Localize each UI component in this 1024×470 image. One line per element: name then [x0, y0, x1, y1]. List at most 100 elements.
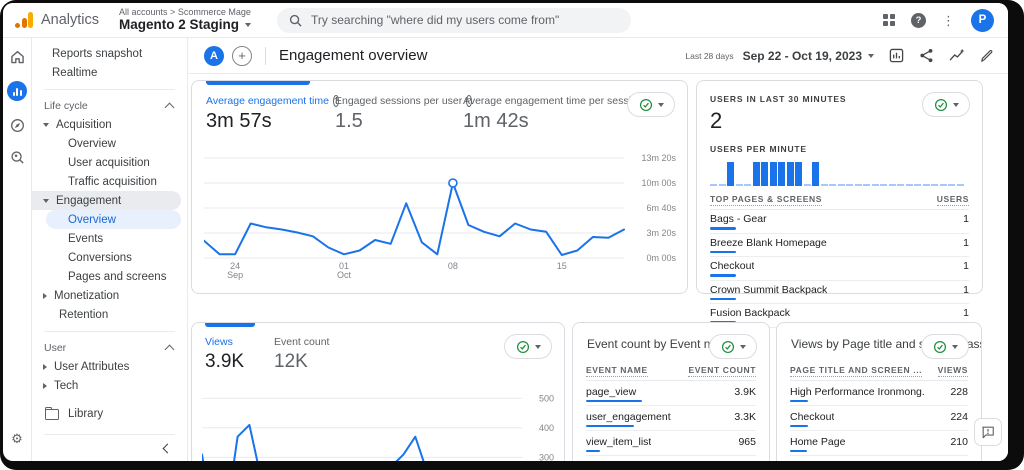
column-header[interactable]: EVENT NAME	[586, 365, 648, 377]
metric-tab-avg-engagement-time-per-session[interactable]: Average engagement time per session 1m 4…	[463, 95, 643, 133]
views-count: 224	[950, 410, 968, 423]
chevron-up-icon	[164, 344, 175, 355]
property-name: Magento 2 Staging	[119, 16, 240, 32]
minute-dash	[846, 184, 853, 186]
sidebar-item-user-acquisition[interactable]: User acquisition	[32, 153, 187, 172]
sidebar-item-library[interactable]: Library	[32, 401, 187, 427]
share-icon[interactable]	[919, 48, 934, 63]
table-row[interactable]: Breeze Blank Homepage 1	[710, 234, 969, 257]
row-bar	[710, 250, 736, 253]
row-bar	[586, 449, 600, 452]
users-count: 1	[963, 283, 969, 296]
feedback-bubble-icon	[982, 426, 994, 439]
sidebar-item-events[interactable]: Events	[32, 229, 187, 248]
sidebar-item-reports-snapshot[interactable]: Reports snapshot	[32, 44, 187, 63]
views-chart-card: Views 3.9K Event count 12K 200300400500	[191, 322, 565, 461]
sidebar-item-engagement[interactable]: Engagement	[32, 191, 181, 210]
more-menu-icon[interactable]: ⋮	[942, 14, 955, 27]
sidebar-item-pages-and-screens[interactable]: Pages and screens	[32, 267, 187, 286]
collapse-sidebar-button[interactable]	[32, 435, 187, 461]
edit-icon[interactable]	[980, 49, 994, 63]
divider	[44, 89, 175, 90]
metric-selector-dropdown[interactable]	[627, 92, 675, 117]
sidebar-item-conversions[interactable]: Conversions	[32, 248, 187, 267]
report-header: A + Engagement overview Last 28 days Sep…	[188, 38, 1008, 74]
report-avatar[interactable]: A	[204, 45, 224, 66]
explore-icon[interactable]	[10, 118, 25, 133]
user-avatar[interactable]: P	[971, 8, 994, 32]
apps-grid-icon[interactable]	[883, 14, 895, 26]
check-circle-icon	[639, 98, 652, 111]
events-table-card: Event count by Event name EVENT NAME EVE…	[572, 322, 770, 461]
sidebar-item-traffic-acquisition[interactable]: Traffic acquisition	[32, 172, 187, 191]
add-comparison-button[interactable]: +	[232, 45, 252, 66]
svg-text:Sep: Sep	[227, 270, 243, 280]
metric-tab-engaged-sessions-per-user[interactable]: Engaged sessions per user? 1.5	[335, 95, 473, 133]
table-row[interactable]: Checkout 224	[790, 406, 968, 431]
sidebar-item-realtime[interactable]: Realtime	[32, 63, 187, 82]
feedback-button[interactable]	[974, 418, 1002, 446]
metric-value: 1.5	[335, 110, 363, 132]
table-row[interactable]: view_item_list 965	[586, 431, 756, 456]
reports-icon[interactable]	[7, 81, 27, 101]
metric-tab-avg-engagement-time[interactable]: Average engagement time? 3m 57s	[206, 95, 339, 133]
tab-views[interactable]: Views 3.9K	[205, 336, 260, 373]
chevron-up-icon	[164, 102, 175, 113]
sidebar-item-acquisition[interactable]: Acquisition	[32, 115, 187, 134]
search-input[interactable]: Try searching "where did my users come f…	[277, 7, 632, 33]
sidebar-section-life-cycle[interactable]: Life cycle	[32, 97, 187, 115]
sidebar-item-engagement-overview[interactable]: Overview	[46, 210, 181, 229]
page-title: High Performance Ironmong...	[790, 385, 925, 398]
table-row[interactable]: Checkout 1	[710, 257, 969, 281]
account-switcher[interactable]: All accounts > Scommerce Mage Magento 2 …	[119, 7, 252, 33]
events-table-header: EVENT NAME EVENT COUNT	[586, 365, 756, 381]
table-row[interactable]: page_view 3.9K	[586, 381, 756, 406]
analytics-logo[interactable]: Analytics	[3, 11, 109, 29]
column-header[interactable]: TOP PAGES & SCREENS	[710, 194, 823, 206]
chevron-down-icon	[951, 344, 958, 349]
table-row[interactable]: Bags - Gear 1	[710, 210, 969, 234]
table-row[interactable]: Sundberg America - 800-621... 203	[790, 456, 968, 462]
chevron-down-icon	[739, 344, 746, 349]
metric-selector-dropdown[interactable]	[504, 334, 552, 359]
table-row[interactable]: user_engagement 3.3K	[586, 406, 756, 431]
tab-event-count[interactable]: Event count 12K	[274, 336, 329, 373]
metric-selector-dropdown[interactable]	[921, 334, 969, 359]
sidebar-section-user[interactable]: User	[32, 339, 187, 357]
event-name: user_engagement	[586, 410, 671, 423]
screen-frame: Analytics All accounts > Scommerce Mage …	[0, 0, 1024, 470]
date-range-picker[interactable]: Last 28 days Sep 22 - Oct 19, 2023	[685, 49, 874, 63]
sidebar-item-acquisition-overview[interactable]: Overview	[32, 134, 187, 153]
column-header[interactable]: VIEWS	[937, 365, 968, 377]
nav-rail: ⚙	[3, 38, 32, 461]
sidebar-item-tech[interactable]: Tech	[32, 376, 187, 395]
table-row[interactable]: Crown Summit Backpack 1	[710, 281, 969, 304]
row-bar	[790, 399, 808, 402]
home-icon[interactable]	[10, 50, 25, 64]
admin-gear-icon[interactable]: ⚙	[11, 431, 23, 447]
advertising-icon[interactable]	[10, 150, 25, 165]
metric-selector-dropdown[interactable]	[709, 334, 757, 359]
column-header[interactable]: USERS	[936, 194, 969, 206]
table-row[interactable]: scroll 800	[586, 456, 756, 462]
svg-text:300: 300	[539, 452, 554, 461]
sidebar-item-user-attributes[interactable]: User Attributes	[32, 357, 187, 376]
chevron-down-icon	[657, 102, 664, 107]
minute-bar	[769, 162, 777, 186]
sidebar-item-retention[interactable]: Retention	[32, 305, 187, 324]
column-header[interactable]: EVENT COUNT	[688, 365, 756, 377]
column-header[interactable]: PAGE TITLE AND SCREEN ...	[790, 365, 923, 377]
metric-label: Average engagement time per session	[463, 95, 643, 107]
users-count: 1	[963, 307, 969, 319]
svg-text:500: 500	[539, 393, 554, 403]
customize-report-icon[interactable]	[889, 48, 904, 63]
section-label: User	[44, 342, 67, 354]
sidebar-item-monetization[interactable]: Monetization	[32, 286, 187, 305]
table-row[interactable]: Home Page 210	[790, 431, 968, 456]
help-icon[interactable]: ?	[911, 12, 926, 28]
insights-icon[interactable]	[949, 48, 965, 63]
pages-table-card: Views by Page title and screen class PAG…	[776, 322, 982, 461]
row-bar	[710, 274, 736, 277]
table-row[interactable]: High Performance Ironmong... 228	[790, 381, 968, 406]
metric-selector-dropdown[interactable]	[922, 92, 970, 117]
